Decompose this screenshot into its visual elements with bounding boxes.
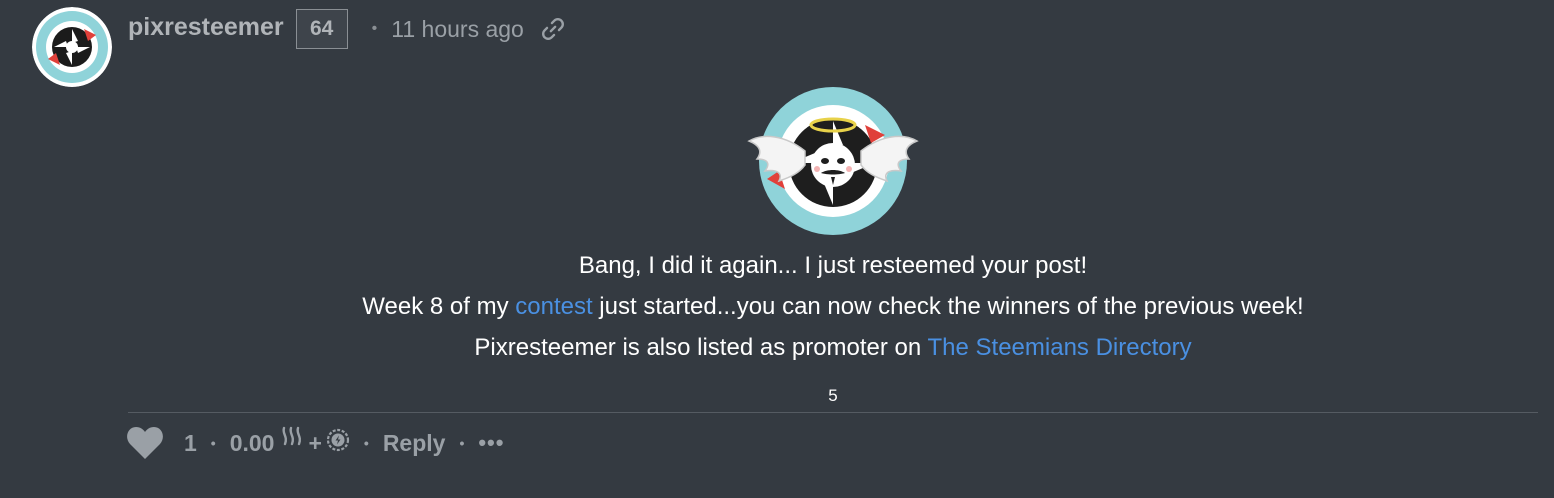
reply-button[interactable]: Reply — [383, 430, 446, 457]
steem-power-icon — [326, 428, 350, 452]
divider — [128, 412, 1538, 413]
vote-count[interactable]: 1 — [184, 430, 197, 457]
comment-header: pixresteemer 64 • 11 hours ago — [128, 8, 566, 50]
separator-dot: • — [459, 435, 465, 451]
comment-card: pixresteemer 64 • 11 hours ago Bang, I d… — [0, 0, 1554, 498]
plus-sign: + — [308, 429, 322, 456]
heart-icon[interactable] — [126, 426, 164, 460]
footnote-number: 5 — [828, 386, 838, 405]
comment-footer: 1 • 0.00 + • Reply • ••• — [126, 422, 504, 464]
timestamp[interactable]: 11 hours ago — [391, 16, 524, 43]
steemians-directory-link[interactable]: The Steemians Directory — [928, 334, 1192, 361]
body-text: Week 8 of my — [362, 293, 516, 320]
body-text: Pixresteemer is also listed as promoter … — [474, 334, 928, 361]
contest-link[interactable]: contest — [515, 293, 592, 320]
body-line-3: Pixresteemer is also listed as promoter … — [128, 327, 1538, 368]
separator-dot: • — [210, 435, 216, 451]
angel-mascot-image — [747, 87, 919, 235]
steem-icon — [282, 426, 302, 446]
body-line-2: Week 8 of my contest just started...you … — [128, 286, 1538, 327]
comment-body: Bang, I did it again... I just resteemed… — [128, 85, 1538, 368]
body-text: Bang, I did it again... I just resteemed… — [578, 252, 1088, 279]
payout-value[interactable]: 0.00 — [230, 430, 275, 457]
reputation-badge: 64 — [295, 9, 348, 49]
separator-dot: • — [371, 20, 378, 37]
link-icon[interactable] — [540, 16, 566, 42]
body-text: just started...you can now check the win… — [592, 293, 1304, 320]
separator-dot: • — [363, 435, 369, 451]
more-options-button[interactable]: ••• — [478, 430, 504, 456]
body-line-1: Bang, I did it again... I just resteemed… — [128, 245, 1538, 286]
author-name[interactable]: pixresteemer — [128, 13, 284, 42]
author-avatar[interactable] — [32, 7, 112, 87]
